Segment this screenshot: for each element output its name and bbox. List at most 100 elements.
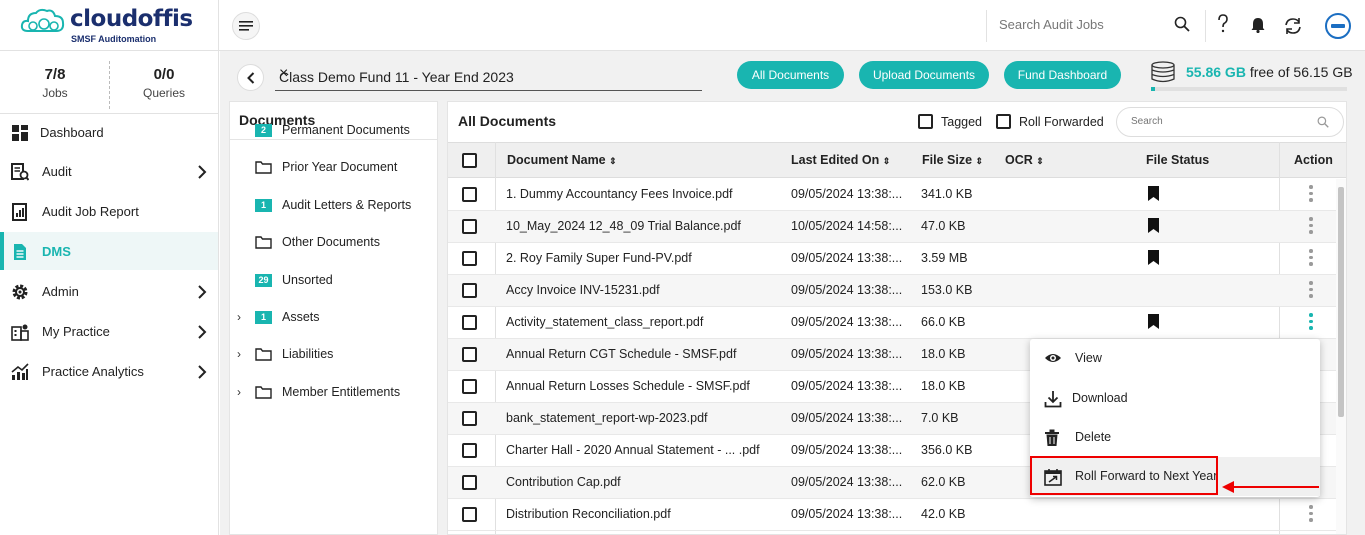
menu-item-delete[interactable]: Delete [1030,418,1320,457]
folder-item[interactable]: › 1 Assets [230,304,439,334]
column-action: Action [1294,153,1333,167]
tagged-checkbox[interactable] [918,114,933,129]
document-name[interactable]: Activity_statement_class_report.pdf [506,315,703,329]
all-documents-button[interactable]: All Documents [737,61,844,89]
column-file-size[interactable]: File Size ⇕ [922,153,983,167]
document-name[interactable]: 2. Roy Family Super Fund-PV.pdf [506,251,692,265]
jobs-stat[interactable]: 7/8 Jobs [0,66,110,100]
row-checkbox[interactable] [462,283,477,298]
table-row[interactable]: 2. Roy Family Super Fund-PV.pdf 09/05/202… [448,243,1346,275]
sidebar-item-practice-analytics[interactable]: Practice Analytics [0,352,218,390]
row-checkbox[interactable] [462,475,477,490]
document-name[interactable]: Accy Invoice INV-15231.pdf [506,283,660,297]
row-checkbox[interactable] [462,187,477,202]
back-button[interactable] [237,64,264,91]
sidebar-item-audit[interactable]: Audit [0,152,218,190]
sidebar-item-dashboard[interactable]: Dashboard [0,113,218,151]
document-name[interactable]: Distribution Reconciliation.pdf [506,507,671,521]
search-icon[interactable] [1317,116,1329,128]
folder-item[interactable]: 2 Permanent Documents [230,117,439,147]
table-row[interactable]: Distribution Reconciliation.pdf 09/05/202… [448,499,1346,531]
avatar[interactable] [1325,13,1351,39]
row-actions-icon[interactable] [1308,217,1314,237]
table-row[interactable]: Accy Invoice INV-15231.pdf 09/05/2024 13:… [448,275,1346,307]
row-checkbox[interactable] [462,251,477,266]
column-ocr[interactable]: OCR ⇕ [1005,153,1044,167]
document-name[interactable]: bank_statement_report-wp-2023.pdf [506,411,708,425]
tagged-filter[interactable]: Tagged [918,114,982,129]
download-icon [1044,391,1062,408]
bell-icon[interactable] [1251,17,1265,33]
logo[interactable]: cloudoffis SMSF Auditomation [0,0,219,51]
row-checkbox[interactable] [462,379,477,394]
last-edited: 10/05/2024 14:58:... [791,219,903,233]
document-name[interactable]: Annual Return CGT Schedule - SMSF.pdf [506,347,736,361]
folder-label: Liabilities [282,347,334,361]
select-all-checkbox[interactable] [462,153,477,168]
row-checkbox[interactable] [462,507,477,522]
folder-item[interactable]: › Liabilities [230,341,439,371]
sort-icon: ⇕ [1036,156,1044,166]
queries-stat[interactable]: 0/0 Queries [109,66,219,100]
roll-forwarded-checkbox[interactable] [996,114,1011,129]
row-actions-icon[interactable] [1308,185,1314,205]
table-row[interactable]: 1. Dummy Accountancy Fees Invoice.pdf 09/… [448,179,1346,211]
audit-icon [11,163,29,181]
brand-name: cloudoffis [70,6,193,32]
column-last-edited[interactable]: Last Edited On ⇕ [791,153,890,167]
row-checkbox[interactable] [462,347,477,362]
bookmark-icon[interactable] [1148,186,1159,201]
last-edited: 09/05/2024 13:38:... [791,347,903,361]
chevron-right-icon[interactable]: › [237,310,241,324]
fund-dashboard-button[interactable]: Fund Dashboard [1004,61,1121,89]
document-name[interactable]: Charter Hall - 2020 Annual Statement - .… [506,443,760,457]
table-row[interactable]: Activity_statement_class_report.pdf 09/05… [448,307,1346,339]
menu-item-download[interactable]: Download [1030,379,1320,418]
menu-toggle-button[interactable] [232,12,260,40]
table-scrollbar[interactable] [1336,179,1346,534]
row-checkbox[interactable] [462,315,477,330]
column-document-name[interactable]: Document Name ⇕ [507,153,617,167]
row-actions-icon[interactable] [1308,505,1314,525]
sidebar-item-admin[interactable]: Admin [0,272,218,310]
table-search-input[interactable] [1131,116,1301,127]
clear-job-icon[interactable]: × [279,65,696,83]
document-name[interactable]: Annual Return Losses Schedule - SMSF.pdf [506,379,750,393]
bookmark-icon[interactable] [1148,314,1159,329]
row-actions-icon[interactable] [1308,249,1314,269]
folder-item[interactable]: 29 Unsorted [230,267,439,297]
search-icon[interactable] [1174,16,1190,32]
highlight-box [1030,456,1218,495]
row-actions-icon[interactable] [1308,281,1314,301]
row-checkbox[interactable] [462,443,477,458]
folder-label: Member Entitlements [282,385,401,399]
table-row[interactable]: 10_May_2024 12_48_09 Trial Balance.pdf 10… [448,211,1346,243]
folder-item[interactable]: 1 Audit Letters & Reports [230,192,439,222]
help-icon[interactable] [1217,14,1229,34]
chevron-right-icon[interactable]: › [237,347,241,361]
folder-item[interactable]: Other Documents [230,229,439,259]
folder-item[interactable]: › Member Entitlements [230,379,439,409]
folder-item[interactable]: Prior Year Document [230,154,439,184]
row-checkbox[interactable] [462,411,477,426]
job-selector[interactable]: Class Demo Fund 11 - Year End 2023 × [275,61,702,91]
scrollbar-thumb[interactable] [1338,187,1344,417]
eye-icon [1045,354,1061,362]
sync-icon[interactable] [1283,16,1303,36]
row-checkbox[interactable] [462,219,477,234]
chevron-right-icon[interactable]: › [237,385,241,399]
document-name[interactable]: Contribution Cap.pdf [506,475,621,489]
sidebar-item-audit-job-report[interactable]: Audit Job Report [0,192,218,230]
sidebar-item-dms[interactable]: DMS [0,232,218,270]
bookmark-icon[interactable] [1148,250,1159,265]
upload-documents-button[interactable]: Upload Documents [859,61,989,89]
document-name[interactable]: 1. Dummy Accountancy Fees Invoice.pdf [506,187,733,201]
bookmark-icon[interactable] [1148,218,1159,233]
document-name[interactable]: 10_May_2024 12_48_09 Trial Balance.pdf [506,219,741,233]
last-edited: 09/05/2024 13:38:... [791,475,903,489]
menu-item-view[interactable]: View [1030,339,1320,378]
row-actions-icon[interactable] [1308,313,1314,333]
audit-job-search-input[interactable] [999,17,1169,32]
sidebar-item-my-practice[interactable]: My Practice [0,312,218,350]
roll-forwarded-filter[interactable]: Roll Forwarded [996,114,1104,129]
